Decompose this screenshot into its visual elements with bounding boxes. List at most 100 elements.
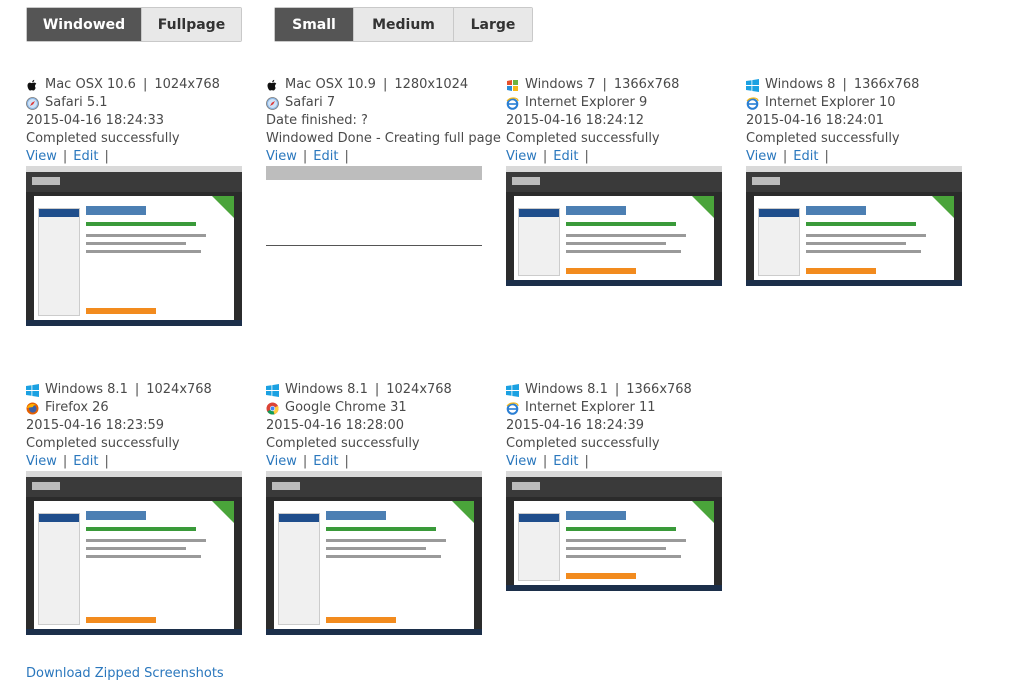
thumb-line bbox=[326, 547, 426, 550]
edit-link[interactable]: Edit bbox=[313, 148, 338, 166]
screenshot-thumbnail[interactable] bbox=[26, 471, 242, 635]
thumb-sidebar bbox=[518, 513, 560, 581]
status: Completed successfully bbox=[506, 436, 660, 451]
resolution: 1366x768 bbox=[626, 382, 692, 397]
thumb-heading bbox=[86, 511, 146, 520]
thumb-line bbox=[86, 222, 196, 226]
thumb-line bbox=[86, 250, 201, 253]
edit-link[interactable]: Edit bbox=[313, 453, 338, 471]
thumb-cta bbox=[566, 268, 636, 274]
thumb-cta bbox=[566, 573, 636, 579]
screenshot-card: Mac OSX 10.9 | 1280x1024 Safari 7 Date f… bbox=[266, 76, 501, 246]
edit-link[interactable]: Edit bbox=[73, 453, 98, 471]
separator: | bbox=[344, 149, 349, 164]
screenshot-thumbnail[interactable] bbox=[266, 166, 482, 180]
thumb-logo bbox=[32, 482, 60, 490]
browser-row: Firefox 26 bbox=[26, 399, 244, 417]
thumb-sidebar-header bbox=[39, 514, 79, 522]
screenshot-card: Windows 8.1 | 1024x768 Firefox 26 2015-0… bbox=[26, 381, 244, 635]
view-link[interactable]: View bbox=[506, 148, 537, 166]
os-row: Windows 8 | 1366x768 bbox=[746, 76, 964, 94]
windowed-button[interactable]: Windowed bbox=[27, 8, 142, 41]
thumb-line bbox=[86, 555, 201, 558]
separator: | bbox=[614, 382, 620, 397]
large-button[interactable]: Large bbox=[454, 8, 532, 41]
date: 2015-04-16 18:24:12 bbox=[506, 113, 645, 128]
medium-button[interactable]: Medium bbox=[354, 8, 454, 41]
browser-row: Safari 5.1 bbox=[26, 94, 244, 112]
separator: | bbox=[584, 454, 589, 469]
view-link[interactable]: View bbox=[26, 453, 57, 471]
thumb-page bbox=[514, 501, 714, 585]
thumb-line bbox=[86, 539, 206, 542]
thumb-nav bbox=[746, 172, 962, 192]
thumb-line bbox=[566, 250, 681, 253]
os-row: Windows 8.1 | 1024x768 bbox=[26, 381, 244, 399]
edit-link[interactable]: Edit bbox=[553, 453, 578, 471]
date: 2015-04-16 18:23:59 bbox=[26, 418, 165, 433]
ie-icon bbox=[506, 401, 519, 415]
view-link[interactable]: View bbox=[266, 453, 297, 471]
edit-link[interactable]: Edit bbox=[793, 148, 818, 166]
small-button[interactable]: Small bbox=[275, 8, 354, 41]
fullpage-button[interactable]: Fullpage bbox=[142, 8, 241, 41]
status: Completed successfully bbox=[506, 131, 660, 146]
screenshot-card: Windows 8.1 | 1024x768 Google Chrome 31 … bbox=[266, 381, 484, 635]
screenshot-thumbnail[interactable] bbox=[26, 166, 242, 326]
os-name: Windows 8.1 bbox=[285, 382, 368, 397]
browser-row: Google Chrome 31 bbox=[266, 399, 484, 417]
resolution: 1280x1024 bbox=[394, 77, 469, 92]
browser-row: Internet Explorer 10 bbox=[746, 94, 964, 112]
browser-name: Internet Explorer 10 bbox=[765, 95, 896, 110]
date: 2015-04-16 18:24:33 bbox=[26, 113, 165, 128]
thumb-sidebar bbox=[518, 208, 560, 276]
apple-icon bbox=[26, 79, 39, 92]
action-links: View | Edit | bbox=[506, 148, 724, 166]
thumb-sidebar bbox=[38, 208, 80, 316]
thumb-line bbox=[326, 555, 441, 558]
thumb-cta bbox=[806, 268, 876, 274]
thumb-corner-badge bbox=[932, 196, 954, 218]
screenshot-thumbnail[interactable] bbox=[506, 166, 722, 286]
thumb-page bbox=[34, 196, 234, 320]
download-zip-link[interactable]: Download Zipped Screenshots bbox=[26, 666, 224, 681]
thumb-page bbox=[514, 196, 714, 280]
thumb-logo bbox=[32, 177, 60, 185]
screenshot-thumbnail[interactable] bbox=[746, 166, 962, 286]
thumb-heading bbox=[566, 206, 626, 215]
edit-link[interactable]: Edit bbox=[553, 148, 578, 166]
status: Completed successfully bbox=[26, 131, 180, 146]
edit-link[interactable]: Edit bbox=[73, 148, 98, 166]
browser-row: Internet Explorer 11 bbox=[506, 399, 724, 417]
view-link[interactable]: View bbox=[746, 148, 777, 166]
thumb-logo bbox=[752, 177, 780, 185]
thumb-line bbox=[566, 234, 686, 237]
thumb-line bbox=[566, 527, 676, 531]
separator: | bbox=[134, 382, 140, 397]
browser-name: Google Chrome 31 bbox=[285, 400, 407, 415]
windows8-icon bbox=[506, 383, 519, 397]
action-links: View | Edit | bbox=[266, 148, 484, 166]
thumb-line bbox=[566, 555, 681, 558]
resolution: 1366x768 bbox=[853, 77, 920, 92]
thumb-line bbox=[86, 242, 186, 245]
thumb-page bbox=[754, 196, 954, 280]
thumb-taskbar bbox=[26, 320, 242, 326]
thumb-sidebar-header bbox=[519, 514, 559, 522]
windows7-icon bbox=[506, 79, 519, 92]
thumb-taskbar bbox=[746, 280, 962, 286]
os-row: Windows 8.1 | 1366x768 bbox=[506, 381, 724, 399]
view-link[interactable]: View bbox=[506, 453, 537, 471]
separator: | bbox=[142, 77, 148, 92]
ie-icon bbox=[506, 96, 519, 110]
screenshot-thumbnail[interactable] bbox=[506, 471, 722, 591]
screenshot-thumbnail[interactable] bbox=[266, 471, 482, 635]
thumb-heading bbox=[806, 206, 866, 215]
date: 2015-04-16 18:24:01 bbox=[746, 113, 885, 128]
status: Completed successfully bbox=[26, 436, 180, 451]
thumb-line bbox=[806, 222, 916, 226]
view-link[interactable]: View bbox=[266, 148, 297, 166]
thumb-browser-bar bbox=[266, 166, 482, 180]
thumb-heading bbox=[326, 511, 386, 520]
view-link[interactable]: View bbox=[26, 148, 57, 166]
